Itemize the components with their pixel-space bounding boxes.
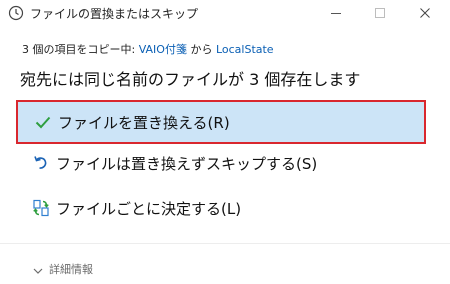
title-bar: ファイルの置換またはスキップ	[0, 0, 450, 26]
decide-each-file-label: ファイルごとに決定する(L)	[56, 200, 242, 218]
source-folder-link[interactable]: VAIO付箋	[139, 43, 187, 56]
copy-status-middle: から	[186, 43, 216, 56]
maximize-button[interactable]	[360, 0, 400, 26]
minimize-button[interactable]	[316, 0, 356, 26]
decide-each-file-option[interactable]: ファイルごとに決定する(L)	[16, 186, 426, 230]
chevron-down-icon	[32, 262, 44, 281]
copy-status-line: 3 個の項目をコピー中: VAIO付箋 から LocalState	[22, 41, 274, 57]
replace-files-label: ファイルを置き換える(R)	[58, 114, 230, 132]
clock-icon	[8, 5, 24, 21]
window-title: ファイルの置換またはスキップ	[30, 7, 199, 21]
skip-files-label: ファイルは置き換えずスキップする(S)	[56, 155, 318, 173]
close-icon	[420, 8, 430, 18]
skip-files-option[interactable]: ファイルは置き換えずスキップする(S)	[16, 141, 426, 185]
destination-folder-link[interactable]: LocalState	[216, 43, 274, 56]
close-button[interactable]	[405, 0, 445, 26]
maximize-icon	[375, 8, 385, 18]
minimize-icon	[331, 13, 341, 14]
conflict-heading: 宛先には同じ名前のファイルが 3 個存在します	[20, 70, 361, 89]
decide-files-icon	[32, 199, 50, 217]
checkmark-icon	[34, 113, 52, 131]
replace-files-option[interactable]: ファイルを置き換える(R)	[16, 100, 426, 144]
copy-status-prefix: 3 個の項目をコピー中:	[22, 43, 139, 56]
divider	[0, 243, 450, 244]
replace-or-skip-dialog: ファイルの置換またはスキップ 3 個の項目をコピー中: VAIO付箋 から Lo…	[0, 0, 450, 284]
more-details-label: 詳細情報	[49, 263, 93, 276]
skip-arrow-icon	[32, 154, 50, 172]
